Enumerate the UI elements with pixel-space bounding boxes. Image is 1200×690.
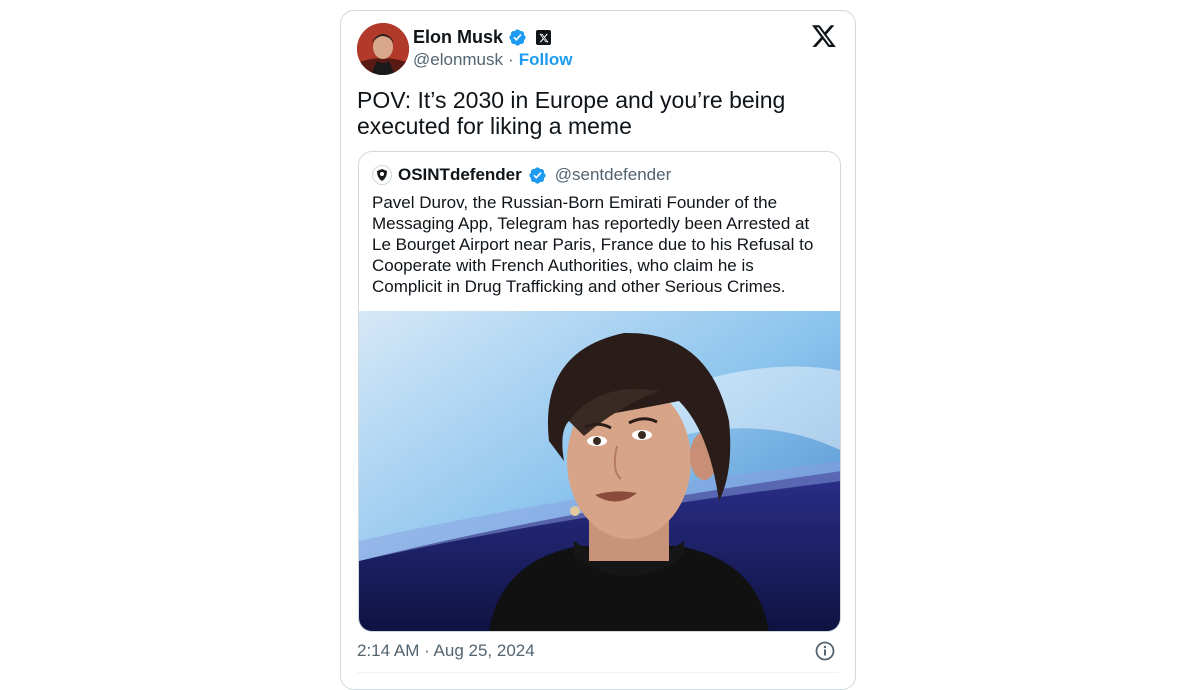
author-handle-row: @elonmusk · Follow bbox=[413, 50, 573, 70]
author-name[interactable]: Elon Musk bbox=[413, 27, 503, 48]
quoted-tweet-text: Pavel Durov, the Russian-Born Emirati Fo… bbox=[372, 193, 814, 296]
divider bbox=[357, 672, 839, 673]
tweet-card: Elon Musk @elonmusk · Follow POV: It’s 2… bbox=[340, 10, 856, 690]
info-icon[interactable] bbox=[815, 641, 835, 661]
x-logo-icon[interactable] bbox=[811, 25, 837, 49]
quoted-author-avatar[interactable] bbox=[372, 165, 392, 185]
author-name-row: Elon Musk bbox=[413, 27, 552, 48]
verified-badge-icon bbox=[528, 166, 547, 185]
separator: · bbox=[508, 50, 514, 69]
quoted-author-row: OSINTdefender @sentdefender bbox=[372, 165, 671, 185]
follow-button[interactable]: Follow bbox=[519, 50, 573, 70]
quoted-tweet[interactable]: OSINTdefender @sentdefender Pavel Durov,… bbox=[358, 151, 841, 632]
quoted-author-handle: @sentdefender bbox=[554, 165, 672, 184]
author-handle[interactable]: @elonmusk bbox=[413, 50, 503, 70]
author-avatar[interactable] bbox=[357, 23, 409, 75]
quoted-author-name: OSINTdefender bbox=[398, 165, 522, 184]
tweet-text: POV: It’s 2030 in Europe and you’re bein… bbox=[357, 87, 786, 139]
x-affiliate-badge-icon bbox=[536, 30, 552, 45]
quoted-tweet-photo[interactable] bbox=[359, 311, 840, 631]
verified-badge-icon bbox=[508, 28, 527, 47]
tweet-timestamp[interactable]: 2:14 AM · Aug 25, 2024 bbox=[357, 641, 535, 661]
